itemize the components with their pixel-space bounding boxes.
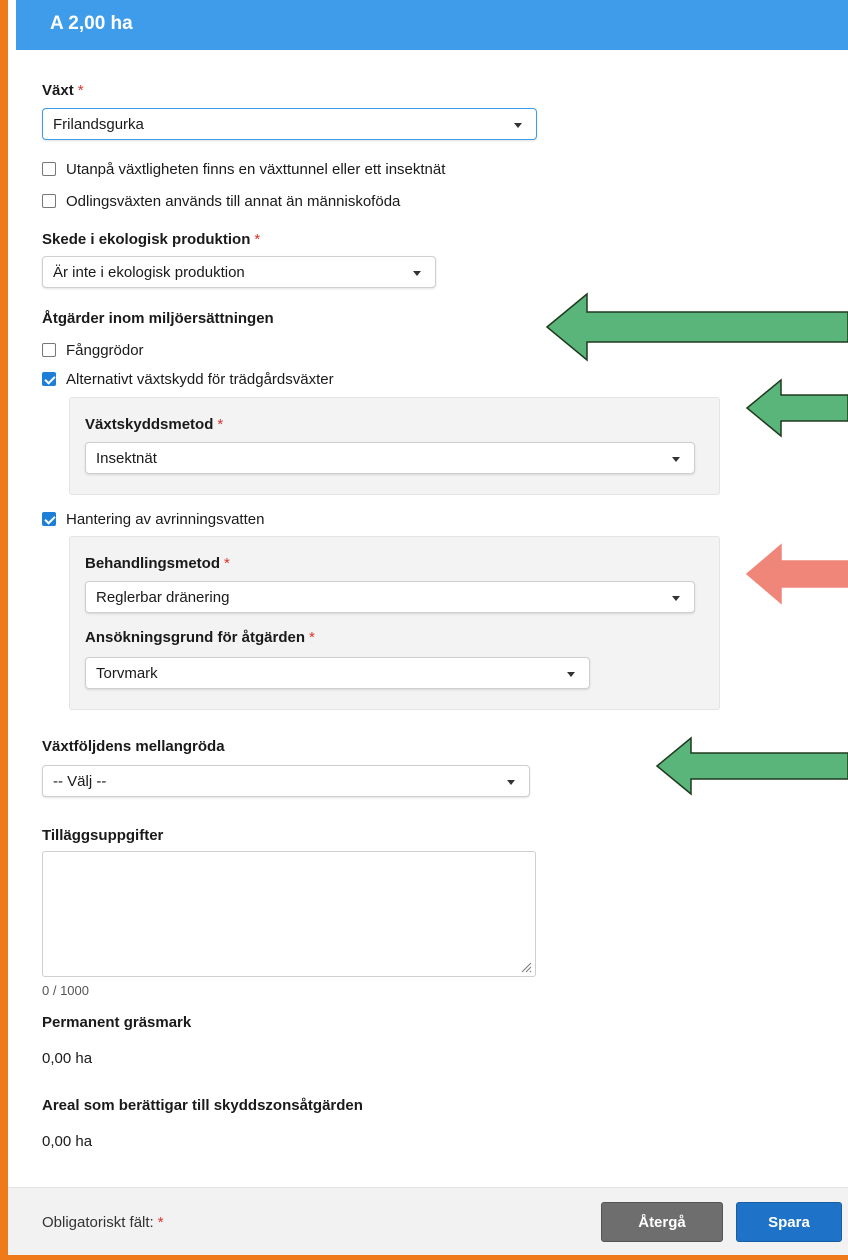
chevron-down-icon — [514, 123, 522, 128]
tillagg-char-counter: 0 / 1000 — [42, 983, 89, 998]
dialog-header: A 2,00 ha — [16, 0, 848, 50]
permanent-value: 0,00 ha — [42, 1050, 93, 1067]
required-marker: * — [77, 82, 84, 99]
save-button[interactable]: Spara — [736, 1202, 842, 1242]
checkbox-avrinning[interactable] — [42, 512, 56, 526]
chevron-down-icon — [413, 271, 421, 276]
chevron-down-icon — [672, 596, 680, 601]
checkbox-avrinning-label: Hantering av avrinningsvatten — [66, 511, 265, 528]
back-button[interactable]: Återgå — [601, 1202, 723, 1242]
dialog-footer: Obligatoriskt fält: * Återgå Spara — [8, 1187, 848, 1255]
checkbox-vaxtskydd-label: Alternativt växtskydd för trädgårdsväxte… — [66, 371, 334, 388]
tillagg-label: Tilläggsuppgifter — [42, 827, 164, 844]
permanent-label: Permanent gräsmark — [42, 1014, 192, 1031]
atgarder-label: Åtgärder inom miljöersättningen — [42, 310, 274, 327]
ansokningsgrund-select-value: Torvmark — [96, 665, 158, 682]
ansokningsgrund-select[interactable]: Torvmark — [85, 657, 590, 689]
skyddszon-label: Areal som berättigar till skyddszonsåtgä… — [42, 1097, 363, 1114]
required-note: Obligatoriskt fält: * — [42, 1214, 164, 1231]
required-marker: * — [157, 1214, 164, 1231]
checkbox-fanggrodor-label: Fånggrödor — [66, 342, 144, 359]
vaxt-label: Växt * — [42, 82, 84, 99]
behandlingsmetod-select-value: Reglerbar dränering — [96, 589, 230, 606]
required-marker: * — [309, 629, 315, 646]
avrinning-panel: Behandlingsmetod * Reglerbar dränering An… — [69, 536, 720, 710]
mellangroda-select-value: -- Välj -- — [53, 773, 107, 790]
checkbox-tunnel[interactable] — [42, 162, 56, 176]
behandlingsmetod-label: Behandlingsmetod * — [85, 555, 230, 572]
dialog-title: A 2,00 ha — [50, 13, 133, 34]
checkbox-vaxtskydd[interactable] — [42, 372, 56, 386]
behandlingsmetod-select[interactable]: Reglerbar dränering — [85, 581, 695, 613]
chevron-down-icon — [567, 672, 575, 677]
vaxt-select-value: Frilandsgurka — [53, 116, 144, 133]
green-arrow-left-icon — [545, 292, 848, 362]
red-arrow-left-icon — [745, 543, 848, 605]
mellangroda-select[interactable]: -- Välj -- — [42, 765, 530, 797]
green-arrow-left-icon — [745, 378, 848, 438]
chevron-down-icon — [507, 780, 515, 785]
skede-select[interactable]: Är inte i ekologisk produktion — [42, 256, 436, 288]
vaxtskyddsmetod-select-value: Insektnät — [96, 450, 157, 467]
skede-label: Skede i ekologisk produktion * — [42, 231, 261, 248]
resize-handle-icon[interactable] — [520, 961, 532, 973]
checkbox-tunnel-label: Utanpå växtligheten finns en växttunnel … — [66, 161, 446, 178]
checkbox-fanggrodor[interactable] — [42, 343, 56, 357]
ansokningsgrund-label: Ansökningsgrund för åtgärden * — [85, 629, 315, 646]
vaxtskyddsmetod-select[interactable]: Insektnät — [85, 442, 695, 474]
green-arrow-left-icon — [655, 736, 848, 796]
checkbox-annat-label: Odlingsväxten används till annat än männ… — [66, 193, 401, 210]
required-marker: * — [224, 555, 230, 572]
skyddszon-value: 0,00 ha — [42, 1133, 93, 1150]
required-marker: * — [254, 231, 261, 248]
tillagg-textarea[interactable] — [42, 851, 536, 977]
vaxtskyddsmetod-label: Växtskyddsmetod * — [85, 416, 224, 433]
vaxt-select[interactable]: Frilandsgurka — [42, 108, 537, 140]
vaxtskydd-panel: Växtskyddsmetod * Insektnät — [69, 397, 720, 495]
mellangroda-label: Växtföljdens mellangröda — [42, 738, 225, 755]
dialog-frame: A 2,00 ha Växt * Frilandsgurka Utanpå väx… — [0, 0, 848, 1260]
skede-select-value: Är inte i ekologisk produktion — [53, 264, 245, 281]
checkbox-annat[interactable] — [42, 194, 56, 208]
chevron-down-icon — [672, 457, 680, 462]
required-marker: * — [217, 416, 224, 433]
